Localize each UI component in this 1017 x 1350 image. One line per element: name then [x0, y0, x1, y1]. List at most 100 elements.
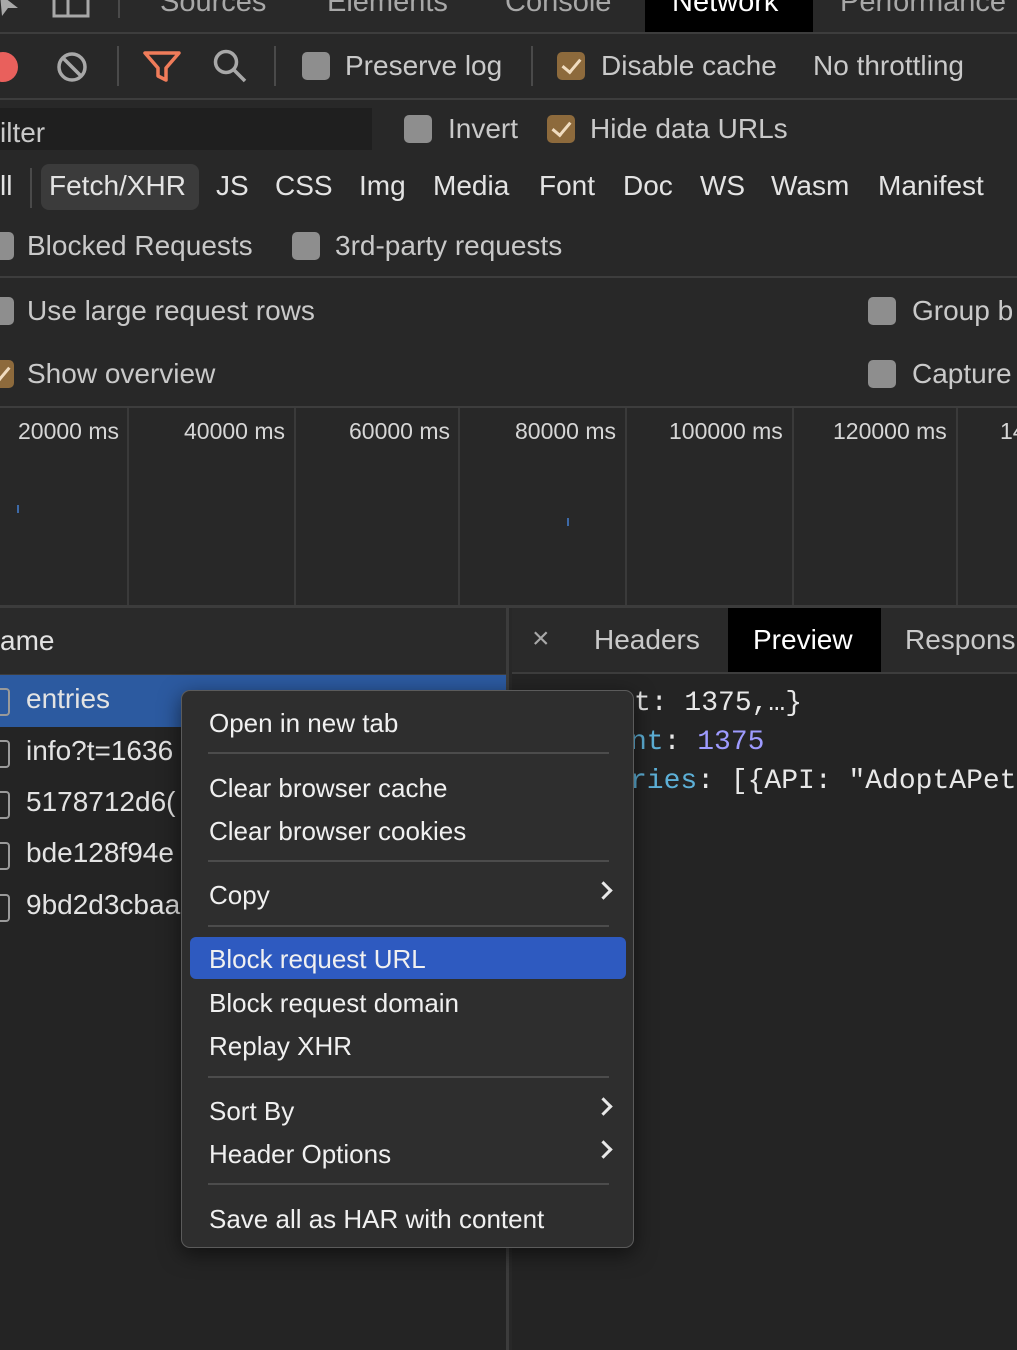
request-name: entries [26, 683, 111, 714]
menu-block-request-url[interactable]: Block request URL [190, 937, 626, 979]
menu-block-request-domain[interactable]: Block request domain [190, 981, 626, 1023]
large-rows-label: Use large request rows [27, 295, 315, 326]
divider [0, 406, 1017, 408]
request-icon [0, 740, 10, 768]
tab-sources[interactable]: Sources [160, 0, 266, 19]
divider [274, 46, 276, 86]
json-count-line: nt: 1375 [630, 727, 765, 758]
filter-icon[interactable] [143, 50, 181, 84]
menu-header-options[interactable]: Header Options [190, 1132, 626, 1174]
tab-preview[interactable]: Preview [728, 608, 881, 672]
tab-preview-label: Preview [753, 624, 853, 655]
gridline [294, 408, 296, 606]
tab-headers[interactable]: Headers [594, 624, 700, 656]
menu-sort-by[interactable]: Sort By [190, 1089, 626, 1131]
capture-screenshots-checkbox[interactable] [868, 360, 896, 388]
filter-wasm[interactable]: Wasm [771, 170, 849, 202]
filter-manifest[interactable]: Manifest [878, 170, 984, 202]
menu-open-in-new-tab[interactable]: Open in new tab [190, 701, 626, 743]
json-summary: t: 1375,…} [634, 688, 803, 719]
menu-item-label: Header Options [209, 1139, 392, 1169]
filter-ws[interactable]: WS [700, 170, 745, 202]
name-column-header[interactable]: ame [0, 608, 506, 674]
request-name: 5178712d6( [26, 786, 176, 817]
menu-item-label: Block request domain [209, 988, 460, 1018]
menu-separator [208, 1076, 609, 1078]
filter-css[interactable]: CSS [275, 170, 333, 202]
filter-all[interactable]: ll [0, 170, 12, 202]
menu-replay-xhr[interactable]: Replay XHR [190, 1024, 626, 1066]
tab-performance[interactable]: Performance [840, 0, 1006, 19]
divider [117, 46, 119, 86]
filter-input[interactable]: ilter [0, 108, 372, 150]
disable-cache-label: Disable cache [601, 50, 777, 81]
menu-clear-browser-cookies[interactable]: Clear browser cookies [190, 809, 626, 851]
divider [118, 0, 120, 18]
timeline-tick: 60000 ms [349, 418, 451, 444]
divider [30, 168, 32, 208]
disable-cache-checkbox[interactable] [557, 52, 585, 80]
invert-label: Invert [448, 113, 519, 144]
request-icon [0, 842, 10, 870]
menu-save-har[interactable]: Save all as HAR with content [190, 1197, 626, 1239]
close-icon[interactable]: × [532, 622, 550, 656]
invert-checkbox[interactable] [404, 115, 432, 143]
record-button[interactable] [0, 52, 18, 82]
menu-item-label: Replay XHR [209, 1031, 353, 1061]
filter-doc[interactable]: Doc [623, 170, 673, 202]
menu-item-label: Save all as HAR with content [209, 1204, 545, 1234]
search-icon[interactable] [212, 48, 248, 84]
throttling-select[interactable]: No throttling [813, 50, 964, 82]
hide-data-urls-checkbox[interactable] [547, 115, 575, 143]
filter-placeholder: ilter [0, 117, 46, 148]
request-icon [0, 894, 10, 922]
gridline [127, 408, 129, 606]
menu-item-label: Sort By [209, 1096, 295, 1126]
tab-response[interactable]: Respons [905, 624, 1016, 656]
request-name: info?t=1636 [26, 735, 174, 766]
timeline-tick: 80000 ms [515, 418, 617, 444]
clear-icon[interactable] [55, 50, 89, 84]
json-entries-line: ries: [{API: "AdoptAPet" [630, 766, 1017, 797]
divider [0, 98, 1017, 100]
inspect-cursor-icon[interactable] [0, 0, 26, 18]
filter-fetch-xhr[interactable]: Fetch/XHR [41, 164, 199, 210]
large-rows-checkbox[interactable] [0, 297, 14, 325]
request-marker [567, 518, 569, 526]
menu-separator [208, 860, 609, 862]
request-marker [17, 505, 19, 513]
hide-data-urls-label: Hide data URLs [590, 113, 788, 144]
filter-font[interactable]: Font [539, 170, 595, 202]
filter-img[interactable]: Img [359, 170, 406, 202]
context-menu: Open in new tab Clear browser cache Clea… [181, 690, 634, 1248]
chevron-right-icon [594, 881, 613, 900]
third-party-label: 3rd-party requests [335, 230, 563, 261]
blocked-requests-checkbox[interactable] [0, 232, 14, 260]
menu-separator [208, 1183, 609, 1185]
preserve-log-checkbox[interactable] [302, 52, 330, 80]
third-party-checkbox[interactable] [292, 232, 320, 260]
menu-item-label: Clear browser cache [209, 773, 448, 803]
show-overview-checkbox[interactable] [0, 360, 14, 388]
filter-media[interactable]: Media [433, 170, 509, 202]
gridline [458, 408, 460, 606]
device-toolbar-icon[interactable] [52, 0, 90, 20]
show-overview-label: Show overview [27, 358, 216, 389]
blocked-requests-label: Blocked Requests [27, 230, 253, 261]
tab-elements[interactable]: Elements [327, 0, 448, 19]
timeline-tick: 14 [1000, 418, 1017, 444]
filter-js[interactable]: JS [216, 170, 249, 202]
preserve-log-label: Preserve log [345, 50, 503, 81]
json-array: [{API: "AdoptAPet" [730, 766, 1017, 797]
chevron-right-icon [594, 1140, 613, 1159]
group-by-checkbox[interactable] [868, 297, 896, 325]
tab-console[interactable]: Console [505, 0, 611, 19]
tab-network[interactable]: Network [645, 0, 813, 32]
menu-clear-browser-cache[interactable]: Clear browser cache [190, 766, 626, 808]
name-column-label: ame [0, 625, 55, 656]
menu-separator [208, 925, 609, 927]
gridline [792, 408, 794, 606]
menu-copy[interactable]: Copy [190, 873, 626, 915]
filter-fetch-xhr-label: Fetch/XHR [49, 170, 186, 201]
divider [0, 276, 1017, 278]
